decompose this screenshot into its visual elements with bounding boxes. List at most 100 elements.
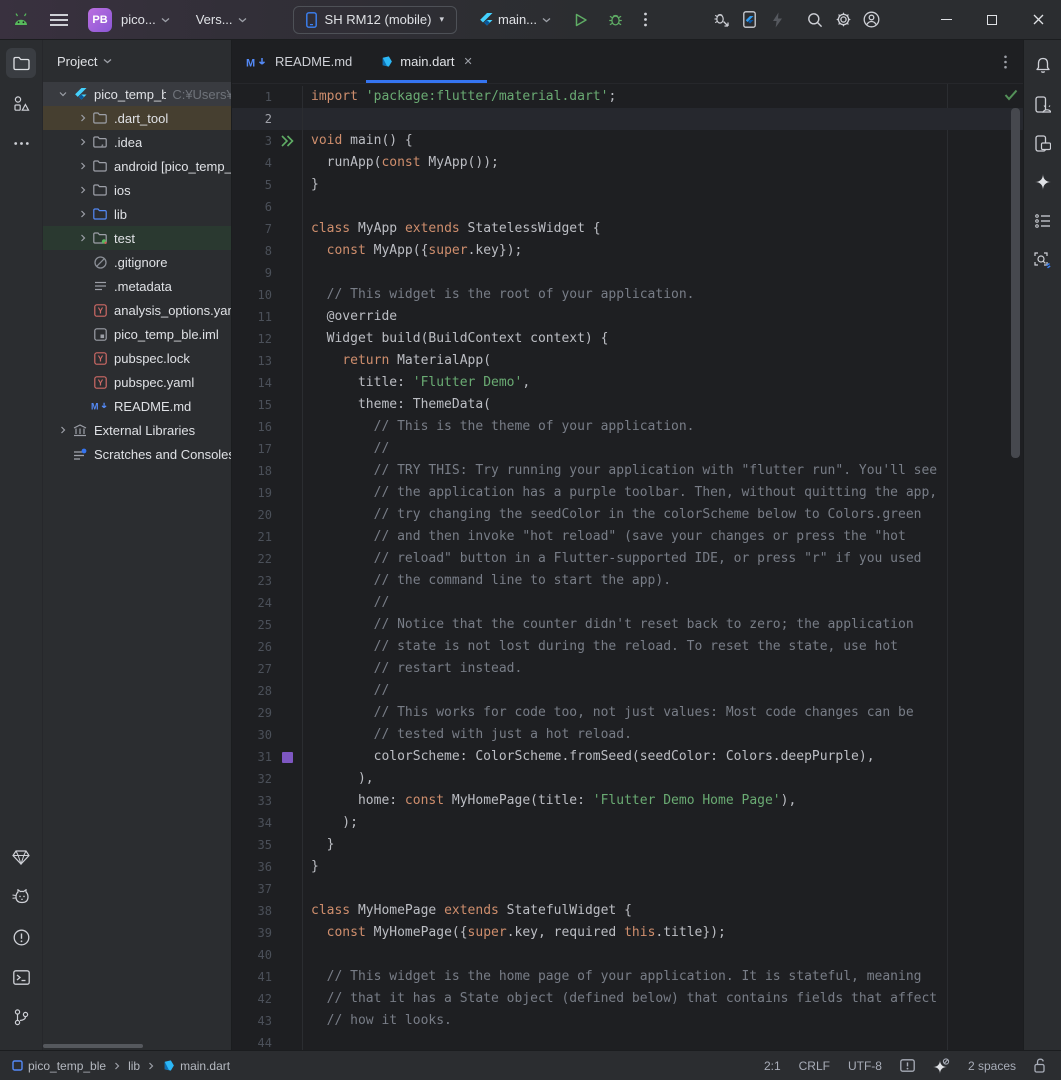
tree-item-analysis-options-yaml[interactable]: Yanalysis_options.yaml: [43, 298, 231, 322]
chevron-right-icon[interactable]: [75, 186, 91, 194]
caret-position-widget[interactable]: 2:1: [764, 1059, 781, 1073]
gutter[interactable]: [272, 592, 302, 614]
code-editor[interactable]: 1 import 'package:flutter/material.dart';…: [232, 84, 1023, 1050]
encoding-widget[interactable]: UTF-8: [848, 1059, 882, 1073]
chevron-down-icon[interactable]: [55, 90, 71, 98]
maximize-button[interactable]: [969, 0, 1015, 40]
code-line-2[interactable]: 2: [232, 108, 1023, 130]
code-line-12[interactable]: 12 Widget build(BuildContext context) {: [232, 328, 1023, 350]
tree-item-pico-temp-ble-iml[interactable]: pico_temp_ble.iml: [43, 322, 231, 346]
code-line-19[interactable]: 19 // the application has a purple toolb…: [232, 482, 1023, 504]
close-button[interactable]: [1015, 0, 1061, 40]
code-line-5[interactable]: 5}: [232, 174, 1023, 196]
run-configuration-selector[interactable]: main...: [479, 12, 551, 27]
code-line-41[interactable]: 41 // This widget is the home page of yo…: [232, 966, 1023, 988]
gutter[interactable]: [272, 768, 302, 790]
gutter[interactable]: [272, 570, 302, 592]
gutter[interactable]: [272, 724, 302, 746]
gemini-button[interactable]: [1028, 167, 1058, 197]
inspections-ok-icon[interactable]: [1004, 89, 1018, 101]
chevron-right-icon[interactable]: [75, 162, 91, 170]
horizontal-scrollbar[interactable]: [43, 1044, 143, 1048]
tree-item-scratches-and-consoles[interactable]: Scratches and Consoles: [43, 442, 231, 466]
code-line-26[interactable]: 26 // state is not lost during the reloa…: [232, 636, 1023, 658]
code-line-14[interactable]: 14 title: 'Flutter Demo',: [232, 372, 1023, 394]
gutter[interactable]: [272, 284, 302, 306]
gutter[interactable]: [272, 262, 302, 284]
tree-item-android-pico-temp-ble-[interactable]: android [pico_temp_ble]: [43, 154, 231, 178]
code-line-6[interactable]: 6: [232, 196, 1023, 218]
gutter[interactable]: [272, 416, 302, 438]
main-menu-icon[interactable]: [50, 13, 68, 26]
code-line-24[interactable]: 24 //: [232, 592, 1023, 614]
gutter[interactable]: [272, 834, 302, 856]
breadcrumb-main-dart[interactable]: main.dart: [162, 1059, 230, 1073]
gutter[interactable]: [272, 328, 302, 350]
terminal-tool-button[interactable]: [6, 962, 36, 992]
code-line-33[interactable]: 33 home: const MyHomePage(title: 'Flutte…: [232, 790, 1023, 812]
inspections-widget[interactable]: [900, 1059, 915, 1072]
code-line-3[interactable]: 3 void main() {: [232, 130, 1023, 152]
chevron-right-icon[interactable]: [55, 426, 71, 434]
tab-close-icon[interactable]: ✕: [464, 55, 473, 68]
gutter[interactable]: [272, 966, 302, 988]
run-main-gutter-icon[interactable]: [272, 130, 302, 152]
code-line-27[interactable]: 27 // restart instead.: [232, 658, 1023, 680]
code-line-21[interactable]: 21 // and then invoke "hot reload" (save…: [232, 526, 1023, 548]
tree-item--dart-tool[interactable]: .dart_tool: [43, 106, 231, 130]
code-line-34[interactable]: 34 );: [232, 812, 1023, 834]
vcs-widget[interactable]: Vers...: [196, 12, 247, 27]
structure-button[interactable]: [1028, 206, 1058, 236]
notifications-button[interactable]: [1028, 50, 1058, 80]
code-line-15[interactable]: 15 theme: ThemeData(: [232, 394, 1023, 416]
settings-button[interactable]: [829, 6, 857, 34]
chevron-right-icon[interactable]: [75, 138, 91, 146]
gutter[interactable]: [272, 394, 302, 416]
code-line-32[interactable]: 32 ),: [232, 768, 1023, 790]
gutter[interactable]: [272, 196, 302, 218]
code-line-40[interactable]: 40: [232, 944, 1023, 966]
color-preview-swatch[interactable]: [272, 746, 302, 768]
gutter[interactable]: [272, 174, 302, 196]
minimize-button[interactable]: [923, 0, 969, 40]
code-line-30[interactable]: 30 // tested with just a hot reload.: [232, 724, 1023, 746]
gutter[interactable]: [272, 86, 302, 108]
code-line-4[interactable]: 4 runApp(const MyApp());: [232, 152, 1023, 174]
tabbar-more-button[interactable]: [1004, 40, 1023, 83]
gutter[interactable]: [272, 438, 302, 460]
project-tool-button[interactable]: [6, 48, 36, 78]
gutter[interactable]: [272, 636, 302, 658]
tab-main-dart[interactable]: main.dart ✕: [366, 40, 486, 83]
gutter[interactable]: [272, 1010, 302, 1032]
code-line-35[interactable]: 35 }: [232, 834, 1023, 856]
gutter[interactable]: [272, 680, 302, 702]
code-line-1[interactable]: 1 import 'package:flutter/material.dart';: [232, 86, 1023, 108]
code-line-31[interactable]: 31 colorScheme: ColorScheme.fromSeed(see…: [232, 746, 1023, 768]
indent-widget[interactable]: 2 spaces: [968, 1059, 1016, 1073]
code-line-36[interactable]: 36}: [232, 856, 1023, 878]
gutter[interactable]: [272, 306, 302, 328]
chevron-right-icon[interactable]: [75, 114, 91, 122]
editor-scrollbar[interactable]: [1011, 108, 1020, 458]
gutter[interactable]: [272, 240, 302, 262]
gutter[interactable]: [272, 504, 302, 526]
version-control-tool-button[interactable]: [6, 1002, 36, 1032]
more-tool-windows-button[interactable]: [6, 128, 36, 158]
gutter[interactable]: [272, 460, 302, 482]
flutter-inspector-button[interactable]: [1028, 245, 1058, 275]
tab-readme-md[interactable]: M README.md: [232, 40, 366, 83]
run-button[interactable]: [567, 6, 595, 34]
gutter[interactable]: [272, 218, 302, 240]
gutter[interactable]: [272, 350, 302, 372]
code-line-38[interactable]: 38 class MyHomePage extends StatefulWidge…: [232, 900, 1023, 922]
tree-item-test[interactable]: test: [43, 226, 231, 250]
hot-reload-button[interactable]: [763, 6, 791, 34]
search-everywhere-button[interactable]: [801, 6, 829, 34]
gutter[interactable]: [272, 482, 302, 504]
tree-item-readme-md[interactable]: M README.md: [43, 394, 231, 418]
code-line-39[interactable]: 39 const MyHomePage({super.key, required…: [232, 922, 1023, 944]
gutter[interactable]: [272, 790, 302, 812]
resource-manager-tool-button[interactable]: [6, 88, 36, 118]
code-line-17[interactable]: 17 //: [232, 438, 1023, 460]
code-line-43[interactable]: 43 // how it looks.: [232, 1010, 1023, 1032]
